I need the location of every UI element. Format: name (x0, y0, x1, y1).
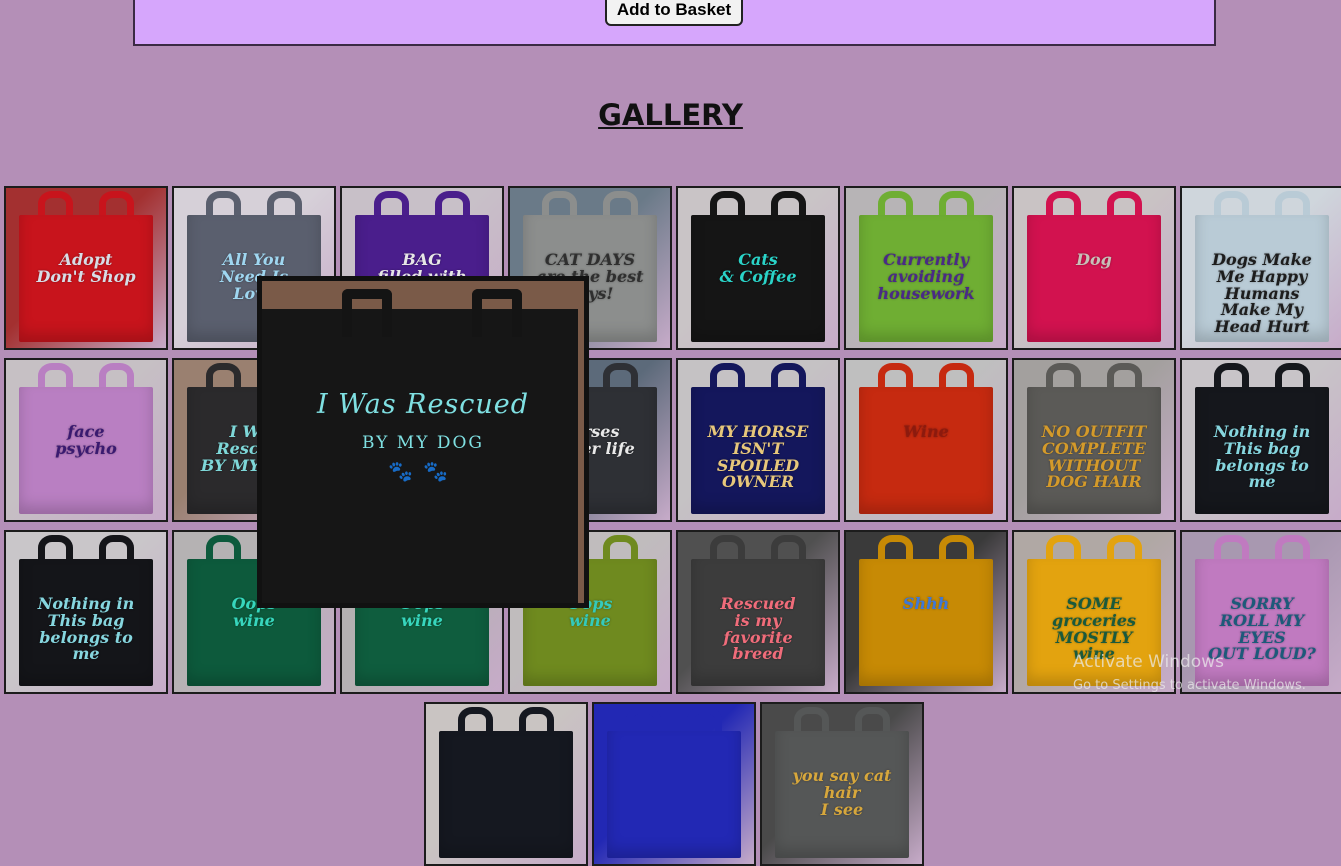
bag-print-text: SORRY ROLL MY EYES OUT LOUD? (1208, 594, 1316, 664)
bag-print-text: Adopt Don't Shop (36, 250, 136, 286)
gallery-image[interactable] (424, 702, 588, 866)
gallery-image[interactable]: SORRY ROLL MY EYES OUT LOUD? (1180, 530, 1341, 694)
tote-bag (858, 559, 994, 686)
product-panel: Add to Basket (133, 0, 1216, 46)
gallery-image[interactable]: SOME groceries MOSTLY wine (1012, 530, 1176, 694)
bag-print-text: Currently avoiding housework (877, 250, 975, 303)
gallery-image[interactable] (592, 702, 756, 866)
gallery-image[interactable]: MY HORSE ISN'T SPOILED OWNER (676, 358, 840, 522)
gallery-image[interactable]: face psycho (4, 358, 168, 522)
gallery-image[interactable]: Nothing in This bag belongs to me (4, 530, 168, 694)
lightbox-bag-subtitle: BY MY DOG (361, 433, 484, 453)
tote-bag (438, 731, 574, 858)
lightbox-bag-title: I Was Rescued (316, 389, 530, 420)
tote-bag (858, 387, 994, 514)
bag-print-text: Shhh (902, 594, 950, 613)
gallery-image[interactable]: Dogs Make Me Happy Humans Make My Head H… (1180, 186, 1341, 350)
lightbox-image[interactable]: I Was Rescued BY MY DOG 🐾🐾 (257, 276, 589, 608)
bag-print-text: MY HORSE ISN'T SPOILED OWNER (707, 422, 809, 492)
lightbox-strap-right (472, 289, 522, 337)
bag-print-text: Nothing in This bag belongs to me (37, 594, 135, 664)
bag-print-text: Dogs Make Me Happy Humans Make My Head H… (1212, 250, 1312, 337)
gallery-image[interactable]: Nothing in This bag belongs to me (1180, 358, 1341, 522)
bag-print-text: NO OUTFIT COMPLETE WITHOUT DOG HAIR (1041, 422, 1147, 492)
gallery-image[interactable]: Currently avoiding housework (844, 186, 1008, 350)
gallery-title: GALLERY (598, 98, 743, 132)
bag-print-text: SOME groceries MOSTLY wine (1052, 594, 1136, 664)
gallery-image[interactable]: Cats & Coffee (676, 186, 840, 350)
gallery-image[interactable]: NO OUTFIT COMPLETE WITHOUT DOG HAIR (1012, 358, 1176, 522)
bag-print-text: Nothing in This bag belongs to me (1213, 422, 1311, 492)
bag-print-text: face psycho (55, 422, 117, 458)
tote-bag (1026, 215, 1162, 342)
gallery-image[interactable]: Dog (1012, 186, 1176, 350)
bag-print-text: you say cat hair I see (792, 766, 892, 819)
lightbox-bag (262, 309, 578, 603)
gallery-image[interactable]: Adopt Don't Shop (4, 186, 168, 350)
bag-print-text: Cats & Coffee (719, 250, 797, 286)
gallery-image[interactable]: Rescued is my favorite breed (676, 530, 840, 694)
bag-print-text: Dog (1076, 250, 1112, 269)
tote-bag (606, 731, 742, 858)
bag-print-text: Wine (903, 422, 949, 441)
gallery-image[interactable]: Wine (844, 358, 1008, 522)
add-to-basket-button[interactable]: Add to Basket (605, 0, 743, 26)
gallery-image[interactable]: you say cat hair I see (760, 702, 924, 866)
paw-print-icon: 🐾🐾 (388, 459, 458, 483)
bag-print-text: Rescued is my favorite breed (720, 594, 796, 664)
lightbox-strap-left (342, 289, 392, 337)
gallery-image[interactable]: Shhh (844, 530, 1008, 694)
